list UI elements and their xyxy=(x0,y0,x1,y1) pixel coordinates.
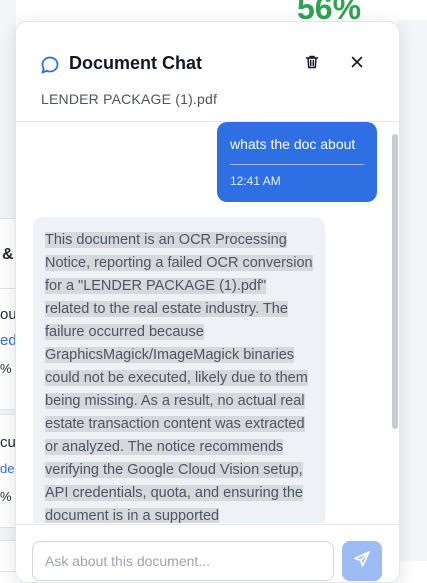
close-chat-button[interactable] xyxy=(344,51,370,77)
document-chat-panel: Document Chat LENDER PACKAGE (1).pdf wha… xyxy=(15,21,400,583)
clear-chat-button[interactable] xyxy=(299,51,325,77)
chat-header: Document Chat LENDER PACKAGE (1).pdf xyxy=(16,22,399,122)
send-icon xyxy=(353,550,371,573)
close-icon xyxy=(350,55,364,74)
background-text: % xyxy=(0,361,12,376)
assistant-message: This document is an OCR Processing Notic… xyxy=(33,217,325,523)
background-right-strip xyxy=(398,0,427,561)
message-divider xyxy=(230,164,364,165)
background-text: % xyxy=(0,489,12,504)
message-text: whats the doc about xyxy=(230,136,356,152)
user-message: whats the doc about 12:41 AM xyxy=(217,122,377,202)
background-text: cu xyxy=(0,434,16,451)
chat-input-bar xyxy=(16,524,399,582)
background-card xyxy=(0,540,16,572)
chat-title: Document Chat xyxy=(69,53,203,73)
message-list[interactable]: whats the doc about 12:41 AM This docume… xyxy=(16,122,399,523)
background-text: & xyxy=(2,246,14,263)
document-file-name: LENDER PACKAGE (1).pdf xyxy=(41,91,218,107)
send-button[interactable] xyxy=(342,541,382,581)
selected-text[interactable]: This document is an OCR Processing Notic… xyxy=(45,232,313,523)
chat-input[interactable] xyxy=(32,541,334,581)
trash-icon xyxy=(304,54,320,75)
message-timestamp: 12:41 AM xyxy=(230,174,281,188)
background-link[interactable]: de xyxy=(0,461,14,476)
chat-bubble-icon xyxy=(40,55,60,75)
message-text: This document is an OCR Processing Notic… xyxy=(45,229,313,523)
scrollbar-thumb[interactable] xyxy=(392,134,398,429)
